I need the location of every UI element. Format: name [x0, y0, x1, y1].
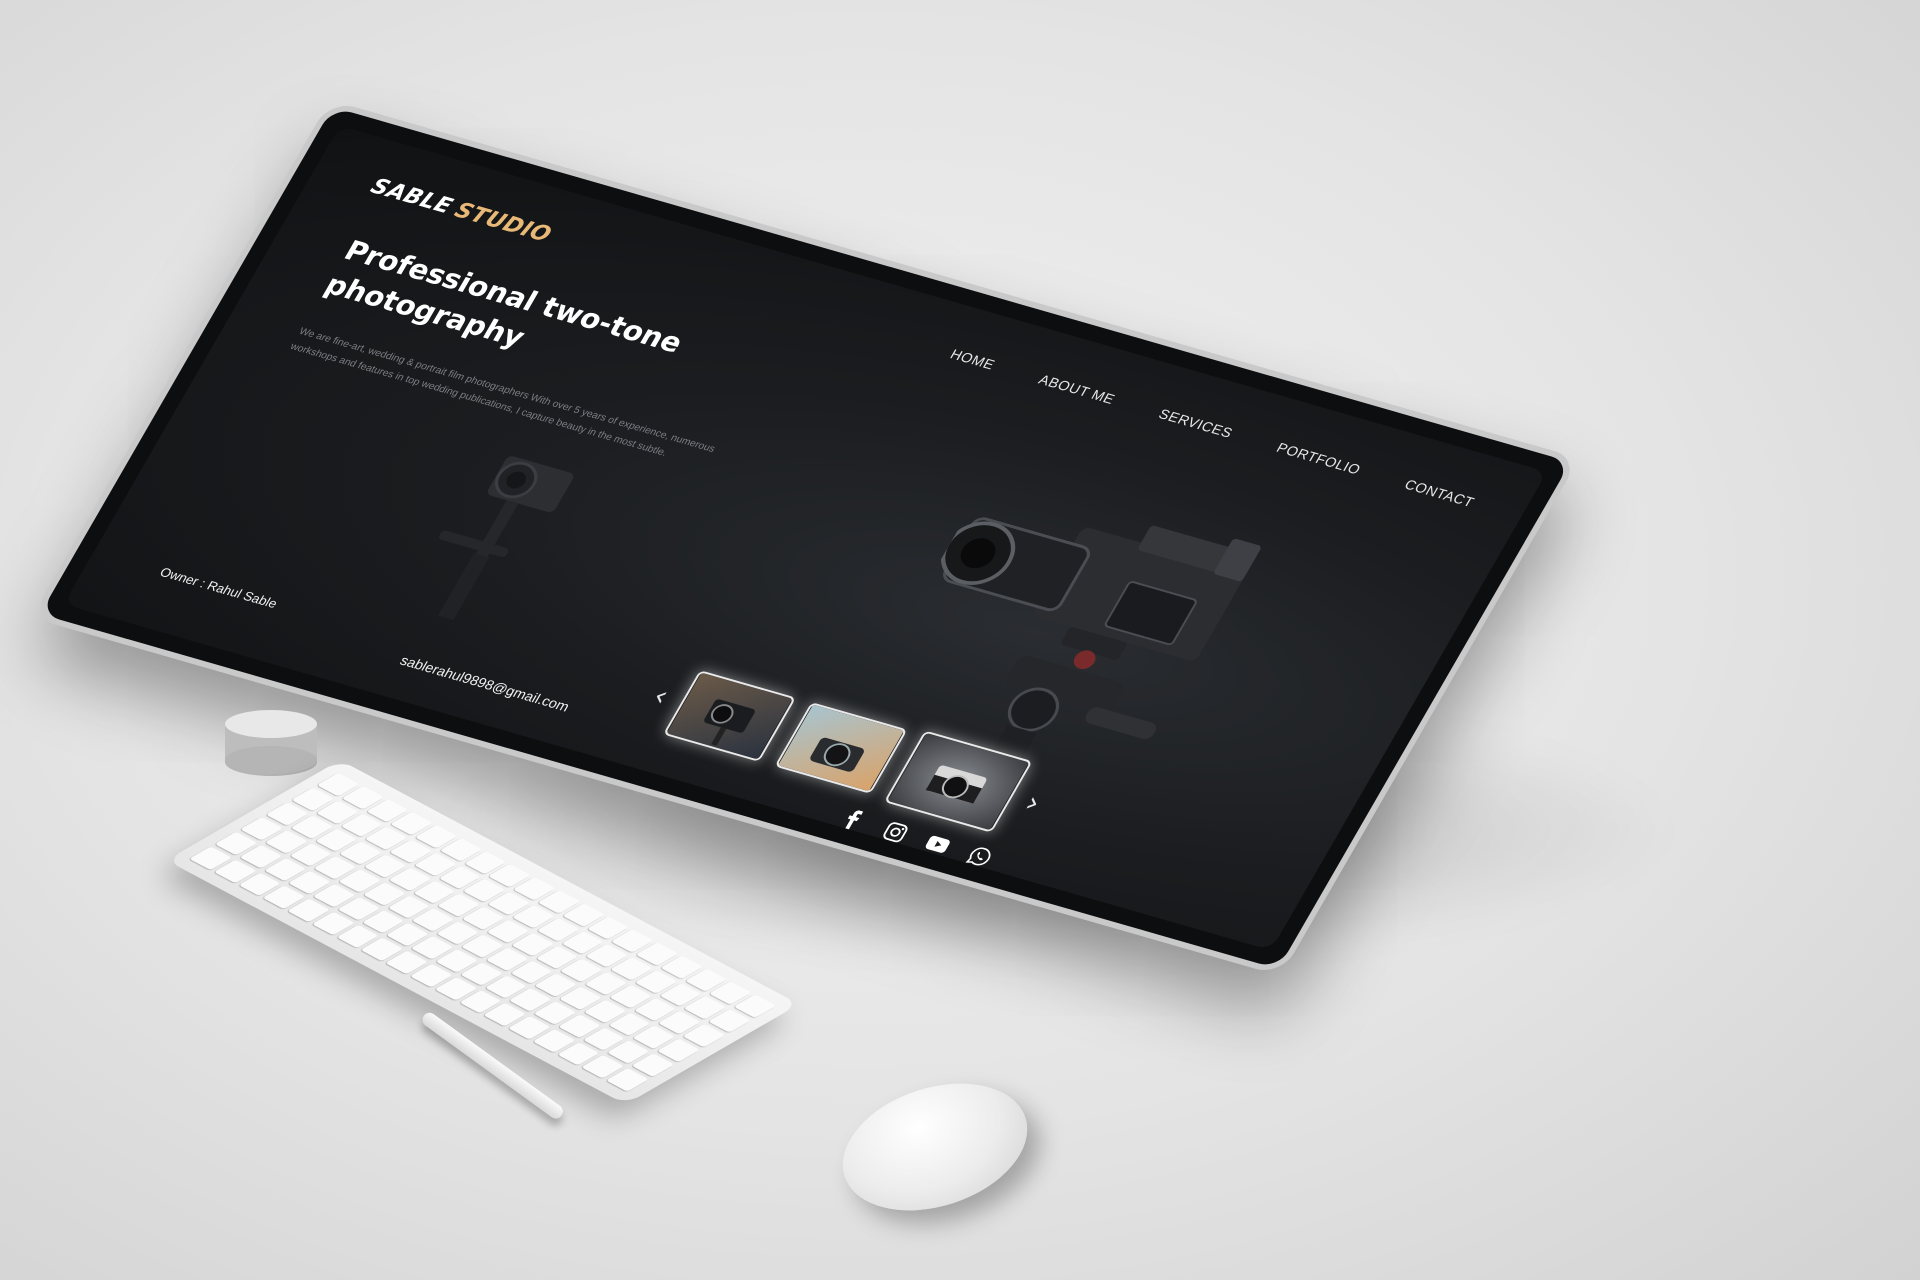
mouse-image: [826, 1061, 1044, 1233]
background-camera-gimbal-image: [377, 426, 615, 643]
nav-services[interactable]: SERVICES: [1156, 406, 1236, 441]
site-logo[interactable]: SABLESTUDIO: [366, 174, 556, 247]
logo-text-sable: SABLE: [366, 174, 457, 220]
logo-text-studio: STUDIO: [449, 198, 556, 248]
instagram-icon[interactable]: [879, 819, 911, 845]
whatsapp-icon[interactable]: [964, 844, 996, 870]
facebook-icon[interactable]: [837, 807, 869, 833]
nav-home[interactable]: HOME: [948, 346, 999, 372]
camera-gimbal-photo: [666, 672, 793, 760]
nav-about-me[interactable]: ABOUT ME: [1036, 371, 1118, 406]
nav-contact[interactable]: CONTACT: [1402, 476, 1478, 510]
nav-portfolio[interactable]: PORTFOLIO: [1274, 440, 1364, 478]
chevron-left-icon[interactable]: ‹: [647, 680, 675, 713]
carousel-thumb-1[interactable]: [663, 670, 797, 762]
chevron-right-icon[interactable]: ›: [1019, 786, 1047, 819]
surface-dial-image: [225, 710, 317, 776]
youtube-icon[interactable]: [921, 832, 953, 858]
contact-email[interactable]: sablerahul9898@gmail.com: [397, 652, 572, 714]
owner-text: Owner : Rahul Sable: [157, 564, 281, 611]
